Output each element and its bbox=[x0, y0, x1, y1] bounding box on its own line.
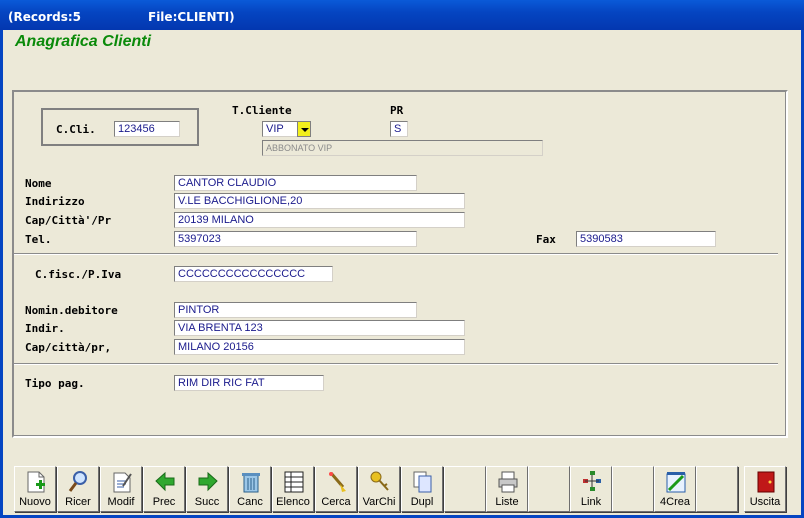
tax-code-label: C.fisc./P.Iva bbox=[35, 268, 122, 281]
edit-document-icon bbox=[113, 472, 132, 493]
dupl-label: Dupl bbox=[410, 496, 434, 508]
ricer-button[interactable]: Ricer bbox=[57, 466, 99, 512]
trash-icon bbox=[242, 473, 260, 493]
divider bbox=[14, 363, 778, 365]
nuovo-button[interactable]: Nuovo bbox=[14, 466, 56, 512]
cerca-label: Cerca bbox=[321, 496, 351, 508]
client-code-label: C.Cli. bbox=[56, 123, 96, 136]
liste-label: Liste bbox=[495, 496, 519, 508]
zip-city-label: Cap/Città'/Pr bbox=[25, 214, 112, 227]
elenco-label: Elenco bbox=[276, 496, 310, 508]
elenco-button[interactable]: Elenco bbox=[272, 466, 314, 512]
debtor-zip-city-field[interactable]: MILANO 20156 bbox=[174, 339, 465, 355]
window-titlebar: (Records:5 File:CLIENTI) bbox=[0, 0, 804, 30]
arrow-right-icon bbox=[198, 471, 218, 492]
uscita-label: Uscita bbox=[749, 496, 781, 508]
printer-icon bbox=[498, 471, 518, 493]
client-type-description: ABBONATO VIP bbox=[262, 140, 543, 156]
records-count: (Records:5 bbox=[8, 10, 82, 24]
client-code-field[interactable]: 123456 bbox=[114, 121, 180, 137]
empty-button[interactable] bbox=[444, 466, 486, 512]
empty-button[interactable] bbox=[612, 466, 654, 512]
empty-button[interactable] bbox=[696, 466, 738, 512]
debtor-address-label: Indir. bbox=[25, 322, 65, 335]
phone-label: Tel. bbox=[25, 233, 52, 246]
form-title: Anagrafica Clienti bbox=[15, 33, 152, 50]
magnifier-icon bbox=[68, 471, 87, 492]
name-field[interactable]: CANTOR CLAUDIO bbox=[174, 175, 417, 191]
link-label: Link bbox=[580, 496, 602, 508]
address-field[interactable]: V.LE BACCHIGLIONE,20 bbox=[174, 193, 465, 209]
debtor-name-label: Nomin.debitore bbox=[25, 304, 118, 317]
arrow-left-icon bbox=[155, 471, 175, 492]
liste-button[interactable]: Liste bbox=[486, 466, 528, 512]
debtor-zip-city-label: Cap/città/pr, bbox=[25, 341, 112, 354]
4crea-button[interactable]: 4Crea bbox=[654, 466, 696, 512]
payment-type-field[interactable]: RIM DIR RIC FAT bbox=[174, 375, 324, 391]
pr-field[interactable]: S bbox=[390, 121, 408, 137]
duplicate-icon bbox=[413, 471, 432, 493]
varchi-label: VarChi bbox=[362, 496, 396, 508]
zip-city-field[interactable]: 20139 MILANO bbox=[174, 212, 465, 228]
succ-label: Succ bbox=[194, 496, 220, 508]
canc-button[interactable]: Canc bbox=[229, 466, 271, 512]
ricer-label: Ricer bbox=[65, 496, 91, 508]
file-name: File:CLIENTI) bbox=[148, 10, 235, 24]
client-type-label: T.Cliente bbox=[232, 104, 292, 117]
link-button[interactable]: Link bbox=[570, 466, 612, 512]
client-type-dropdown-button[interactable] bbox=[297, 121, 311, 137]
uscita-button[interactable]: Uscita bbox=[744, 466, 786, 512]
modif-label: Modif bbox=[107, 496, 135, 508]
cerca-button[interactable]: Cerca bbox=[315, 466, 357, 512]
succ-button[interactable]: Succ bbox=[186, 466, 228, 512]
new-document-icon bbox=[27, 471, 45, 493]
prec-button[interactable]: Prec bbox=[143, 466, 185, 512]
link-tree-icon bbox=[583, 471, 601, 491]
pr-label: PR bbox=[390, 104, 404, 117]
debtor-name-field[interactable]: PINTOR bbox=[174, 302, 417, 318]
exit-door-icon bbox=[757, 471, 775, 493]
table-list-icon bbox=[284, 471, 304, 493]
canc-label: Canc bbox=[237, 496, 263, 508]
modif-button[interactable]: Modif bbox=[100, 466, 142, 512]
keys-icon bbox=[370, 471, 389, 491]
client-type-field[interactable]: VIP bbox=[262, 121, 298, 137]
payment-type-label: Tipo pag. bbox=[25, 377, 85, 390]
4crea-label: 4Crea bbox=[660, 496, 690, 508]
dupl-button[interactable]: Dupl bbox=[401, 466, 443, 512]
create-tool-icon bbox=[666, 472, 686, 493]
varchi-button[interactable]: VarChi bbox=[358, 466, 400, 512]
debtor-address-field[interactable]: VIA BRENTA 123 bbox=[174, 320, 465, 336]
empty-button[interactable] bbox=[528, 466, 570, 512]
fax-field[interactable]: 5390583 bbox=[576, 231, 716, 247]
fax-label: Fax bbox=[536, 233, 556, 246]
divider bbox=[14, 253, 778, 255]
search-sparkle-icon bbox=[329, 472, 346, 492]
prec-label: Prec bbox=[152, 496, 176, 508]
name-label: Nome bbox=[25, 177, 52, 190]
nuovo-label: Nuovo bbox=[19, 496, 51, 508]
address-label: Indirizzo bbox=[25, 195, 85, 208]
tax-code-field[interactable]: CCCCCCCCCCCCCCCC bbox=[174, 266, 333, 282]
phone-field[interactable]: 5397023 bbox=[174, 231, 417, 247]
